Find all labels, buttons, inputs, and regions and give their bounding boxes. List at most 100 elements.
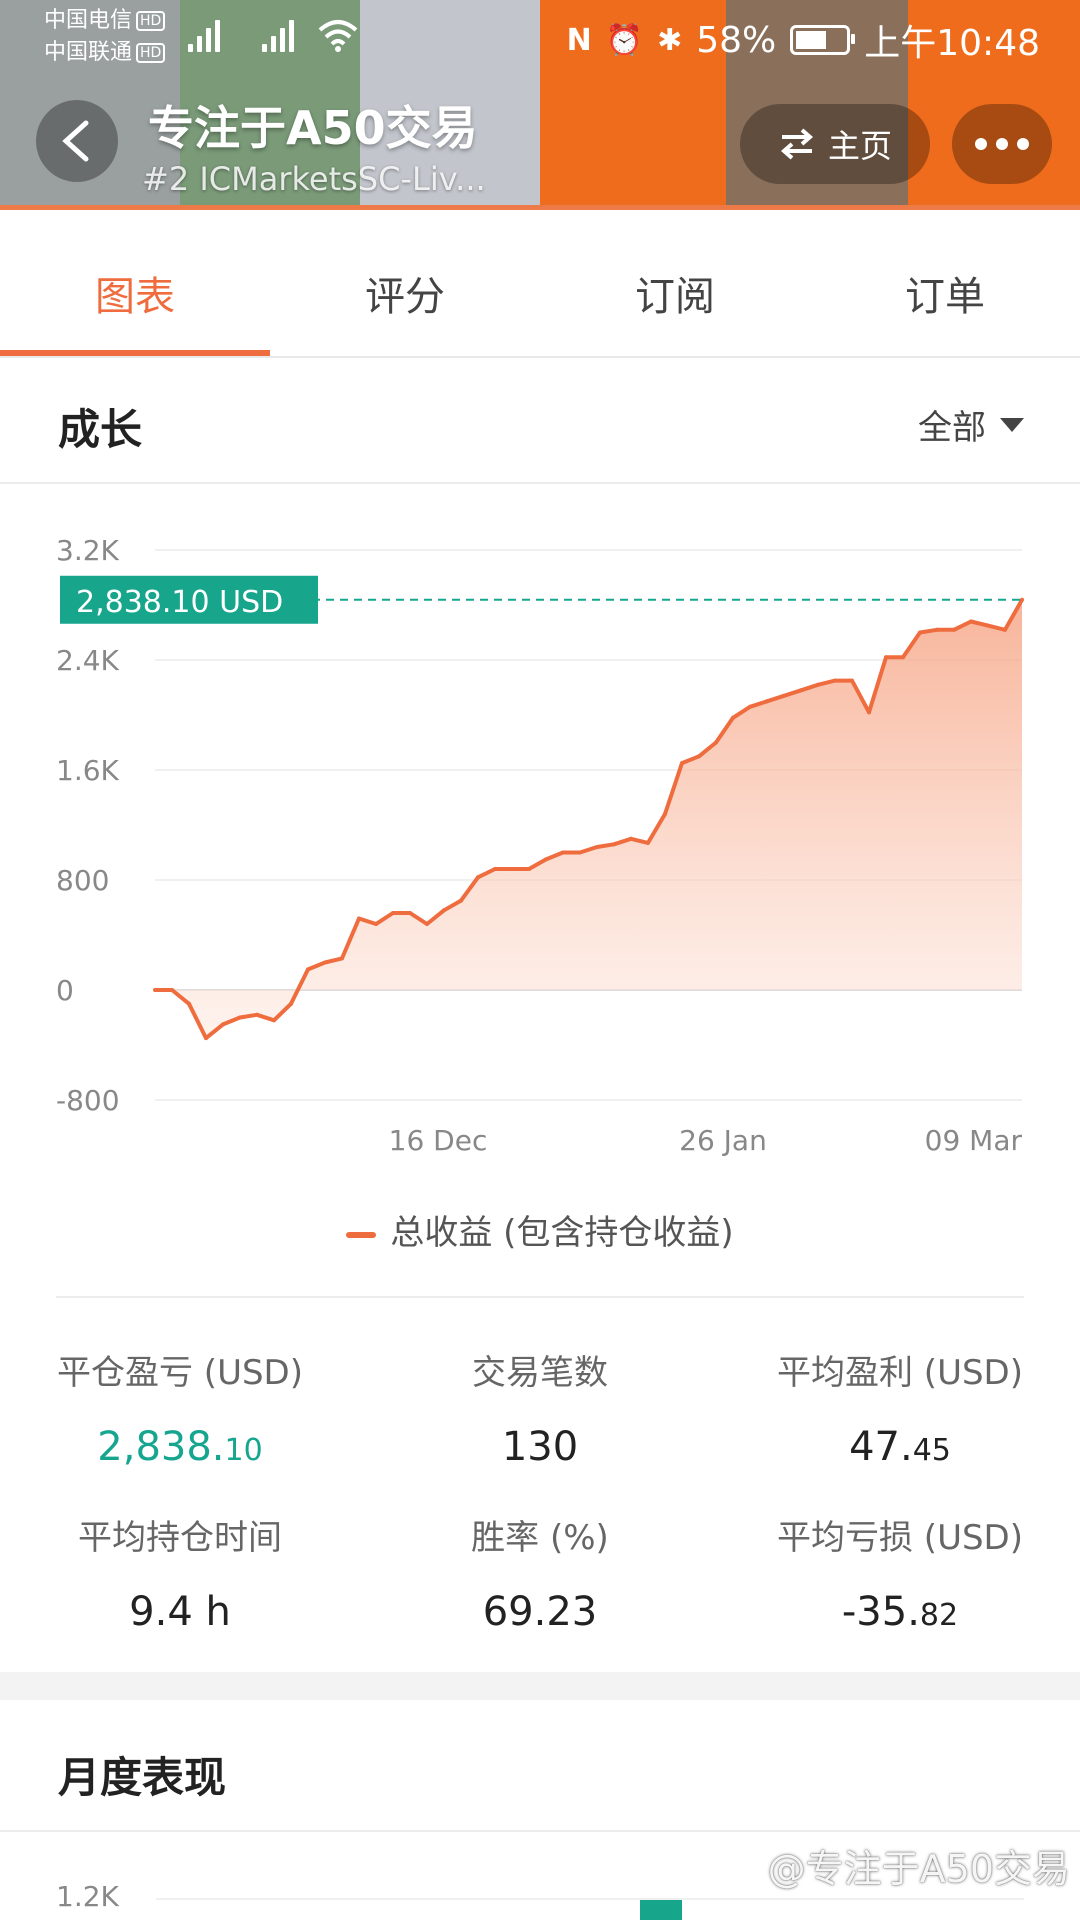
data-point — [170, 988, 174, 992]
data-point — [374, 922, 378, 926]
home-button-label: 主页 — [827, 127, 892, 165]
signal-icon — [188, 16, 232, 52]
data-point — [544, 857, 548, 862]
stat-item: 平均亏损 (USD) -35.82 — [720, 1510, 1080, 1635]
data-point — [816, 682, 820, 687]
header-accent-strip — [0, 205, 1080, 210]
stat-item: 平均持仓时间 9.4 h — [0, 1510, 360, 1635]
data-point — [187, 1001, 191, 1006]
data-point — [952, 627, 956, 632]
data-point — [765, 699, 769, 704]
divider — [56, 1296, 1024, 1298]
tab-subscribe[interactable]: 订阅 — [540, 212, 810, 356]
data-point — [459, 898, 463, 903]
series-area — [155, 599, 1022, 1039]
dot — [975, 138, 987, 150]
stat-label: 胜率 (%) — [471, 1518, 609, 1558]
data-point — [442, 908, 446, 913]
data-point — [833, 678, 837, 683]
account-subtitle: #2 ICMarketsSC-Liv... — [142, 160, 486, 198]
data-point — [238, 1015, 242, 1020]
monthly-gridline — [156, 1898, 1024, 1900]
data-point — [850, 678, 854, 683]
stat-value: 69.23 — [482, 1589, 598, 1635]
y-tick-label: 2.4K — [56, 644, 120, 677]
data-point — [646, 840, 650, 845]
data-point — [340, 956, 344, 961]
monthly-y-tick: 1.2K — [56, 1880, 119, 1913]
y-tick-label: 3.2K — [56, 534, 120, 567]
data-point — [1020, 597, 1024, 602]
data-point — [272, 1018, 276, 1023]
back-button[interactable] — [36, 100, 118, 182]
data-point — [476, 875, 480, 880]
battery-percent: 58% — [696, 19, 777, 61]
dot — [1017, 138, 1029, 150]
data-point — [510, 867, 514, 871]
data-point — [799, 688, 803, 693]
data-point — [612, 842, 616, 847]
home-button[interactable]: 主页 — [740, 104, 930, 184]
tab-orders[interactable]: 订单 — [810, 212, 1080, 356]
carrier-1: 中国电信 HD — [44, 8, 166, 34]
nfc-icon: N — [566, 22, 592, 58]
data-point — [918, 630, 922, 635]
caret-down-icon — [1000, 417, 1024, 432]
monthly-bar — [640, 1900, 682, 1920]
stat-label: 交易笔数 — [472, 1353, 608, 1393]
stat-label: 平均持仓时间 — [78, 1518, 282, 1558]
data-point — [697, 754, 701, 759]
stat-value: 47.45 — [849, 1424, 951, 1470]
bluetooth-icon: ✱ — [657, 22, 683, 58]
chart-legend: 总收益 (包含持仓收益) — [0, 1205, 1080, 1254]
stat-item: 交易笔数 130 — [360, 1345, 720, 1470]
clock: 上午10:48 — [864, 23, 1040, 64]
data-point — [306, 967, 310, 972]
y-tick-label: -800 — [56, 1084, 120, 1117]
swap-icon — [780, 128, 814, 160]
alarm-icon: ⏰ — [605, 22, 644, 58]
data-point — [255, 1012, 259, 1017]
status-right: N ⏰ ✱ 58% 上午10:48 — [567, 14, 1040, 66]
x-tick-label: 26 Jan — [679, 1124, 767, 1157]
data-point — [493, 867, 497, 871]
stat-value: 2,838.10 — [97, 1424, 263, 1470]
wifi-icon — [318, 20, 358, 52]
data-point — [748, 704, 752, 709]
page-title: 专注于A50交易 — [148, 101, 478, 155]
more-button[interactable] — [952, 104, 1052, 184]
data-point — [221, 1022, 225, 1027]
stat-item: 平仓盈亏 (USD) 2,838.10 — [0, 1345, 360, 1470]
data-point — [204, 1036, 208, 1041]
stat-value: 9.4 h — [129, 1589, 231, 1635]
data-point — [663, 812, 667, 816]
status-bar: 中国电信 HD 中国联通 HD N ⏰ ✱ 58% 上午10:48 — [0, 0, 1080, 76]
data-point — [969, 619, 973, 624]
stat-label: 平仓盈亏 (USD) — [57, 1353, 303, 1393]
tab-bar: 图表 评分 订阅 订单 — [0, 212, 1080, 358]
data-point — [680, 761, 684, 766]
stat-label: 平均亏损 (USD) — [777, 1518, 1023, 1558]
growth-chart: 3.2K 2.4K 1.6K 800 0 -800 16 Dec 26 Jan 09 Mar 2,… — [56, 534, 1024, 1157]
data-point — [561, 850, 565, 855]
section-gap — [0, 1672, 1080, 1700]
chevron-left-icon — [62, 120, 89, 162]
growth-title: 成长 — [58, 405, 143, 454]
stat-value: -35.82 — [841, 1589, 959, 1635]
monthly-header: 月度表现 — [0, 1700, 1080, 1832]
data-point — [1003, 627, 1007, 632]
data-point — [578, 850, 582, 855]
data-point — [867, 710, 871, 715]
y-tick-label: 0 — [56, 974, 74, 1007]
data-point — [357, 916, 361, 921]
data-point — [408, 911, 412, 915]
data-point — [153, 988, 157, 992]
tab-rating[interactable]: 评分 — [270, 212, 540, 356]
data-point — [986, 623, 990, 628]
range-dropdown[interactable]: 全部 — [918, 400, 1024, 449]
tab-chart[interactable]: 图表 — [0, 212, 270, 356]
data-point — [629, 836, 633, 841]
data-point — [731, 715, 735, 720]
current-value-label: 2,838.10 USD — [76, 585, 283, 620]
data-point — [323, 960, 327, 965]
